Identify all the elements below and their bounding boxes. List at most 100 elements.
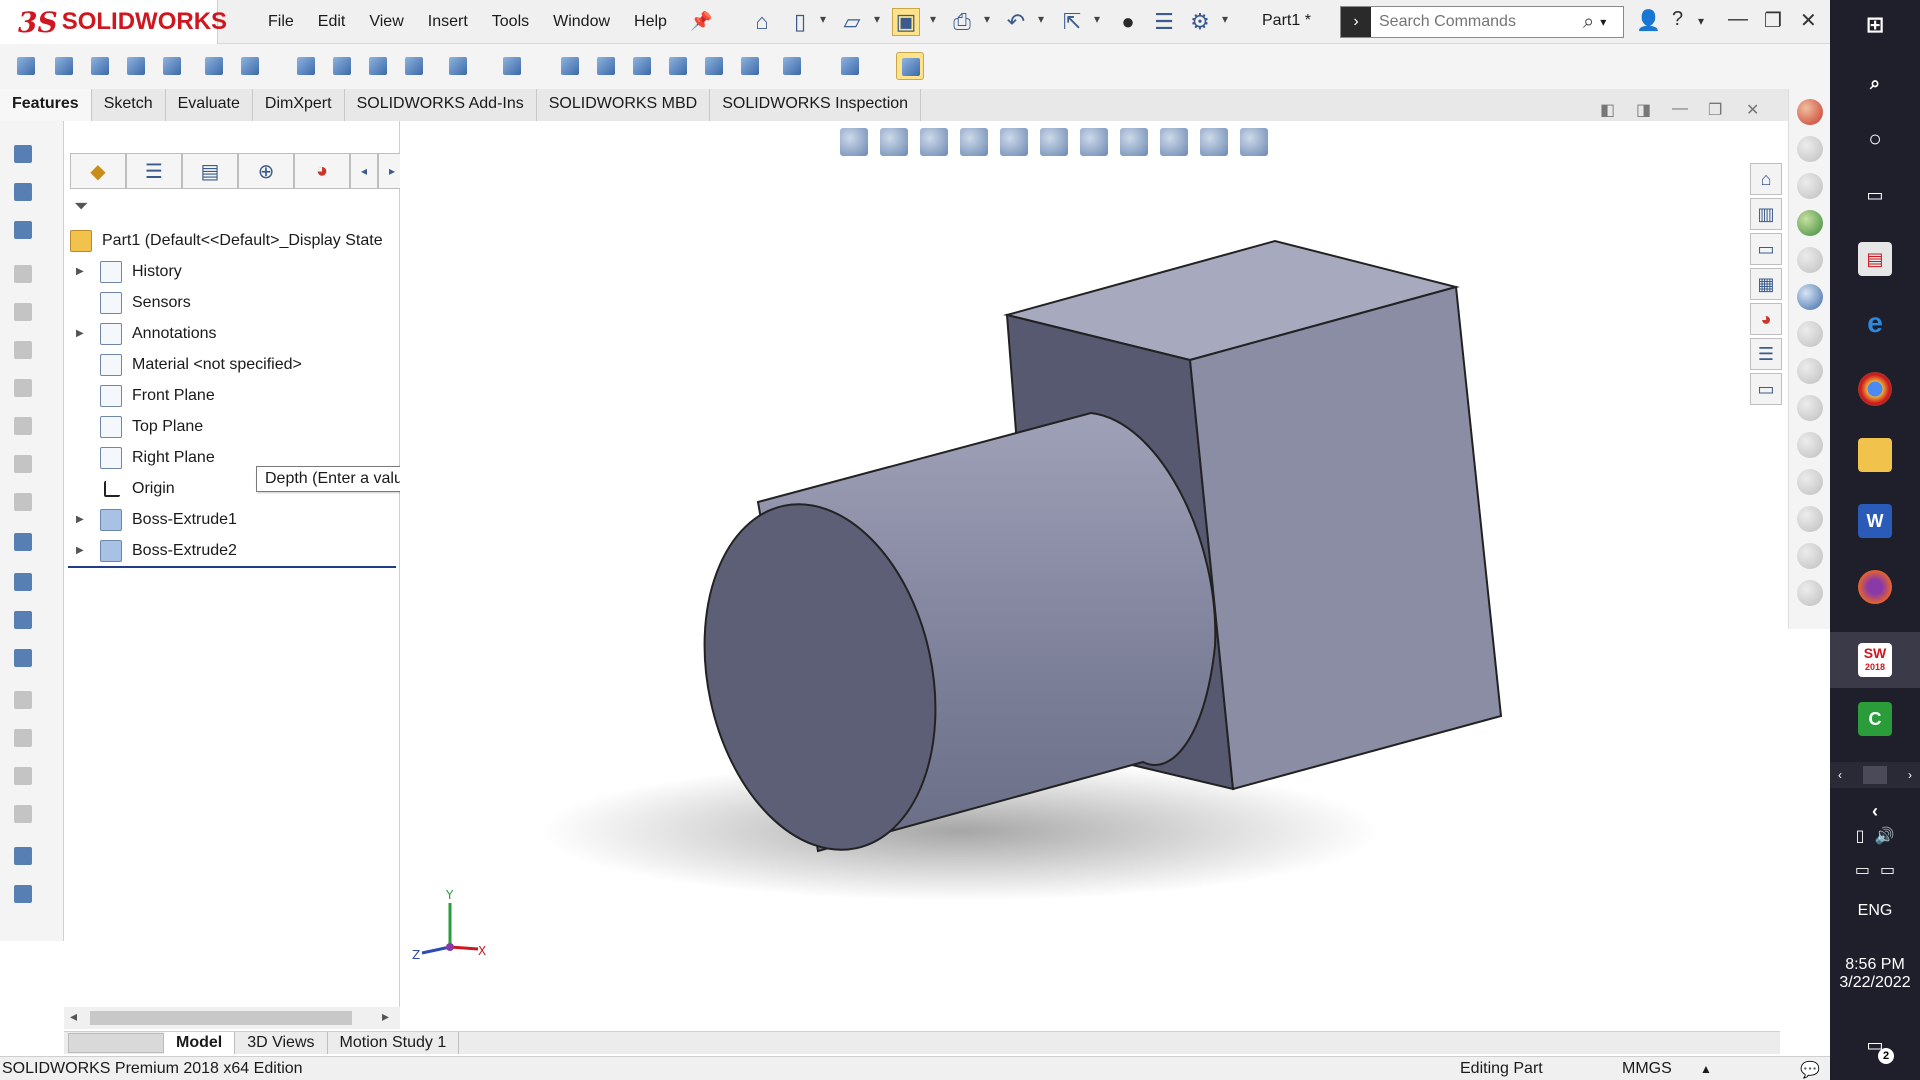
rib-icon[interactable] <box>556 52 584 80</box>
menu-view[interactable]: View <box>357 13 415 31</box>
pin-menu-icon[interactable]: 📌 <box>690 11 712 32</box>
lofted-boss-icon[interactable] <box>122 52 150 80</box>
cortana-icon[interactable]: ○ <box>1830 122 1920 156</box>
word-icon[interactable]: W <box>1830 504 1920 538</box>
battery-icon[interactable]: ▯ <box>1856 826 1865 846</box>
save-dropdown-icon[interactable]: ▾ <box>930 12 936 26</box>
display-manager-tab-icon[interactable]: ◕ <box>294 153 350 189</box>
revolve-vertical-icon[interactable] <box>10 179 36 205</box>
volume-icon[interactable]: 🔊 <box>1874 826 1894 846</box>
extruded-cut-icon[interactable] <box>200 52 228 80</box>
tab-mbd[interactable]: SOLIDWORKS MBD <box>536 89 711 121</box>
units-up-arrow-icon[interactable]: ▲ <box>1700 1062 1712 1076</box>
hole-vertical-icon[interactable] <box>10 337 36 363</box>
design-library-icon[interactable]: ▥ <box>1750 198 1782 230</box>
help-icon[interactable]: ? <box>1672 8 1683 31</box>
search-input[interactable] <box>1379 13 1579 31</box>
network-icon[interactable]: ▭ <box>1880 860 1895 880</box>
instant3d-vertical-icon[interactable] <box>10 843 36 869</box>
file-properties-icon[interactable]: ☰ <box>1150 8 1178 36</box>
edge-icon[interactable]: e <box>1830 306 1920 340</box>
user-icon[interactable]: 👤 <box>1636 8 1661 33</box>
open-icon[interactable]: ▱ <box>838 8 866 36</box>
new-dropdown-icon[interactable]: ▾ <box>820 12 826 26</box>
target-icon[interactable] <box>1796 284 1823 310</box>
boundary-cut-icon[interactable] <box>400 52 428 80</box>
solidworks-resources-icon[interactable]: ⌂ <box>1750 163 1782 195</box>
tab-navigation-arrows[interactable] <box>68 1033 164 1053</box>
tab-addins[interactable]: SOLIDWORKS Add-Ins <box>344 89 537 121</box>
taskbar-scroll[interactable]: ‹ › <box>1830 762 1920 788</box>
shell-icon[interactable] <box>700 52 728 80</box>
search-dropdown-icon[interactable]: ▾ <box>1600 15 1606 29</box>
property-manager-tab-icon[interactable]: ☰ <box>126 153 182 189</box>
light-icon[interactable] <box>1796 321 1823 347</box>
file-explorer-icon[interactable]: ▭ <box>1750 233 1782 265</box>
menu-help[interactable]: Help <box>622 13 679 31</box>
close-icon[interactable]: ✕ <box>1800 8 1817 33</box>
motion-icon[interactable] <box>1796 395 1823 421</box>
clock[interactable]: 8:56 PM 3/22/2022 <box>1830 956 1920 992</box>
cut-revolve-vertical-icon[interactable] <box>10 375 36 401</box>
deform-vertical-icon[interactable] <box>10 801 36 827</box>
measure-vertical-icon[interactable] <box>10 881 36 907</box>
store-icon[interactable]: ▤ <box>1830 242 1920 276</box>
rotate-icon[interactable] <box>1796 506 1823 532</box>
chrome-icon[interactable] <box>1830 372 1920 406</box>
instant3d-icon[interactable] <box>896 52 924 80</box>
extruded-boss-icon[interactable] <box>12 52 40 80</box>
home-icon[interactable]: ⌂ <box>748 8 776 36</box>
dome-vertical-icon[interactable] <box>10 725 36 751</box>
lofted-cut-icon[interactable] <box>364 52 392 80</box>
menu-window[interactable]: Window <box>541 13 622 31</box>
mirror-vertical-icon[interactable] <box>10 645 36 671</box>
extrude-vertical-icon[interactable] <box>10 141 36 167</box>
file-explorer-taskbar-icon[interactable] <box>1830 438 1920 472</box>
scroll-left-arrow-icon[interactable]: ‹ <box>1838 768 1842 782</box>
sweep-vertical-icon[interactable] <box>10 261 36 287</box>
fillet-icon[interactable] <box>444 52 472 80</box>
tab-features[interactable]: Features <box>0 89 92 121</box>
tab-evaluate[interactable]: Evaluate <box>165 89 253 121</box>
scene-icon[interactable] <box>1796 173 1823 199</box>
expand-arrow-icon[interactable]: ▶ <box>76 266 84 277</box>
tree-item-front-plane[interactable]: Front Plane <box>64 380 400 411</box>
select-dropdown-icon[interactable]: ▾ <box>1094 12 1100 26</box>
flex-vertical-icon[interactable] <box>10 763 36 789</box>
cut-vertical-icon[interactable] <box>10 299 36 325</box>
menu-insert[interactable]: Insert <box>416 13 480 31</box>
cloud-icon[interactable] <box>1796 543 1823 569</box>
tree-item-annotations[interactable]: ▶ Annotations <box>64 318 400 349</box>
swept-cut-icon[interactable] <box>328 52 356 80</box>
appearance-icon[interactable] <box>1796 99 1823 125</box>
undo-dropdown-icon[interactable]: ▾ <box>1038 12 1044 26</box>
taskbar-scroll-thumb[interactable] <box>1863 766 1887 784</box>
display-icon[interactable]: ▭ <box>1855 860 1870 880</box>
tab-motion-study[interactable]: Motion Study 1 <box>328 1032 460 1054</box>
language-indicator[interactable]: ENG <box>1830 902 1920 920</box>
status-units[interactable]: MMGS <box>1622 1060 1672 1078</box>
options-gear-icon[interactable]: ⚙ <box>1186 8 1214 36</box>
search-commands-box[interactable]: › ⌕ ▾ <box>1340 6 1624 38</box>
undo-icon[interactable]: ↶ <box>1002 8 1030 36</box>
print-dropdown-icon[interactable]: ▾ <box>984 12 990 26</box>
tree-item-history[interactable]: ▶ History <box>64 256 400 287</box>
cut-loft-vertical-icon[interactable] <box>10 451 36 477</box>
open-dropdown-icon[interactable]: ▾ <box>874 12 880 26</box>
pattern-vertical-icon[interactable] <box>10 529 36 555</box>
menu-edit[interactable]: Edit <box>306 13 358 31</box>
expand-arrow-icon[interactable]: ▶ <box>76 545 84 556</box>
search-icon[interactable]: ⌕ <box>1583 11 1594 34</box>
tab-model[interactable]: Model <box>164 1032 236 1054</box>
intersect-icon[interactable] <box>664 52 692 80</box>
decal-icon[interactable] <box>1796 136 1823 162</box>
tab-scroll-left-icon[interactable]: ◂ <box>350 153 378 189</box>
tree-horizontal-scrollbar[interactable]: ◂ ▸ <box>64 1007 400 1029</box>
camera-icon[interactable] <box>1796 247 1823 273</box>
hole-wizard-icon[interactable] <box>236 52 264 80</box>
wrap-icon[interactable] <box>592 52 620 80</box>
scroll-right-icon[interactable]: ▸ <box>382 1008 389 1025</box>
restore-icon[interactable]: ❐ <box>1764 8 1782 33</box>
tab-dimxpert[interactable]: DimXpert <box>252 89 345 121</box>
mirror-icon[interactable] <box>736 52 764 80</box>
